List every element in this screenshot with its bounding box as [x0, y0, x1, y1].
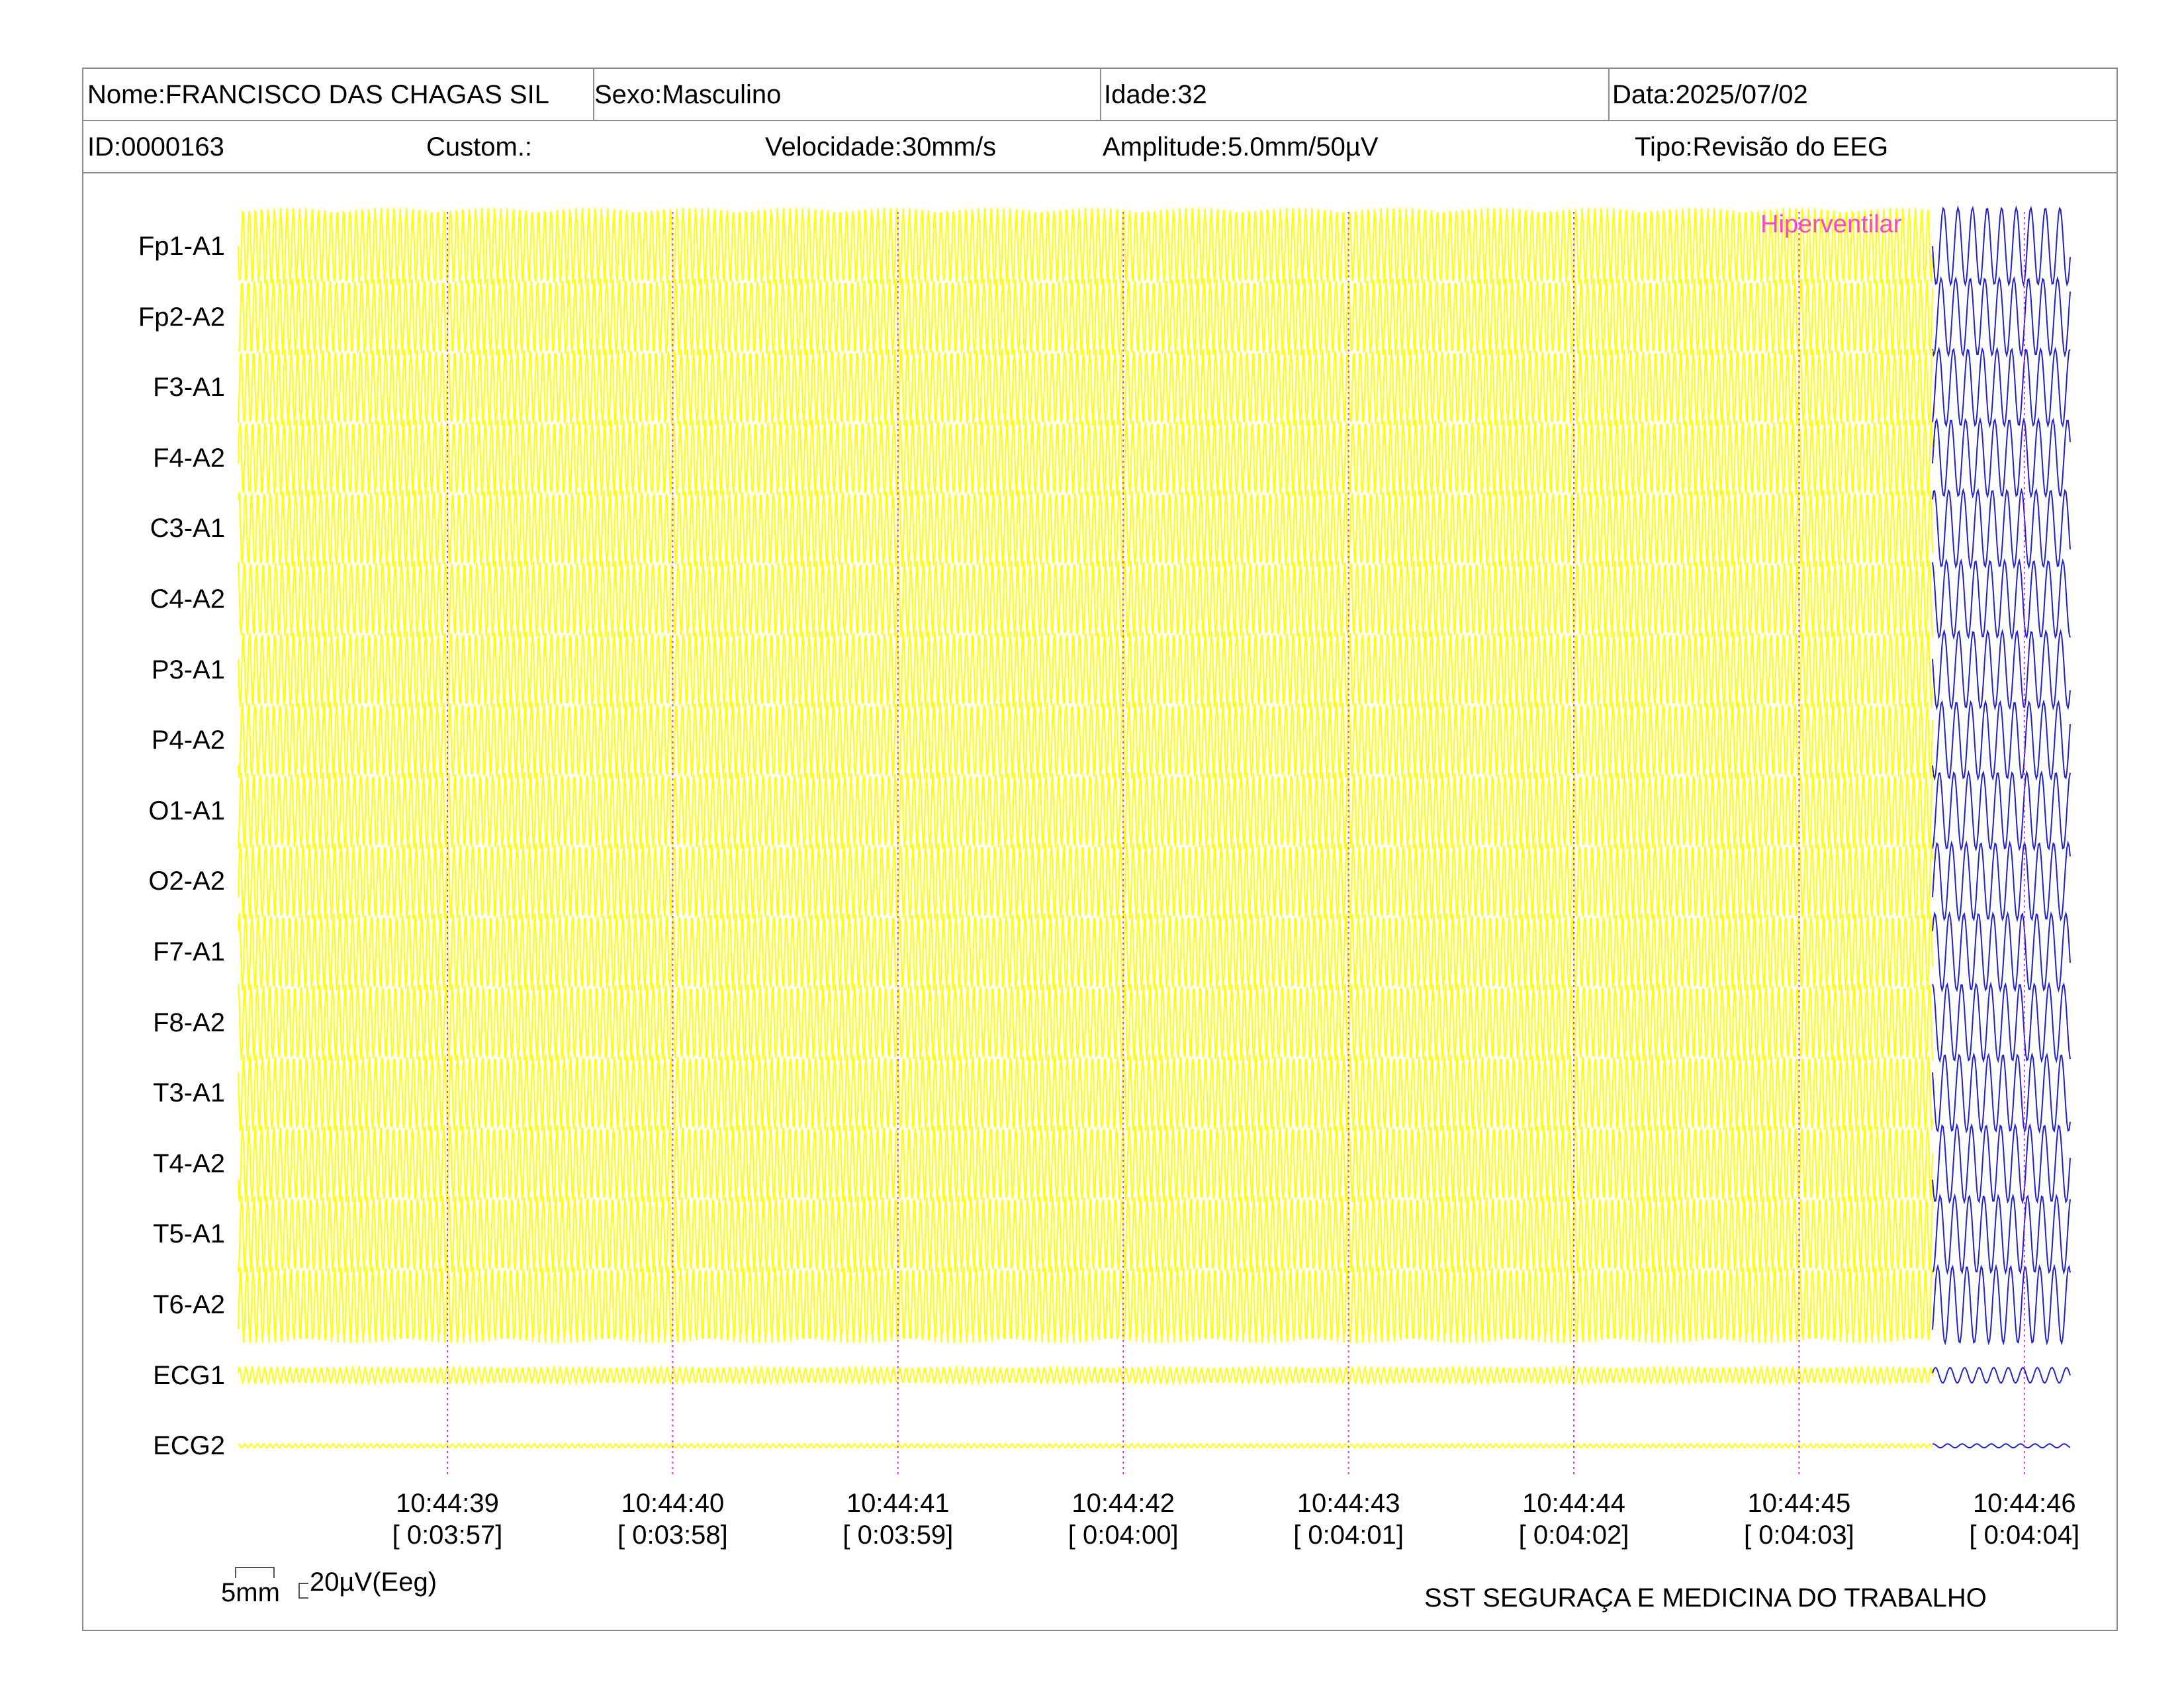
trace-segment-before — [238, 490, 1933, 567]
time-elapsed-label: [ 0:03:58] — [617, 1521, 728, 1550]
trace-segment-after — [1932, 1123, 2071, 1205]
trace-segment-after — [1932, 1264, 2071, 1346]
trace-segment-after — [1932, 1443, 2071, 1449]
scale-uv-label: 20µV(Eeg) — [310, 1568, 437, 1597]
channel-label: ECG1 — [153, 1360, 225, 1390]
trace-segment-after — [1932, 699, 2071, 781]
trace-segment-after — [1932, 840, 2071, 923]
trace-segment-before — [238, 1365, 1933, 1386]
channel-label: P3-A1 — [151, 655, 225, 684]
trace-segment-before — [238, 984, 1933, 1061]
channel-label: F3-A1 — [153, 373, 225, 402]
channel-label: F8-A2 — [153, 1008, 225, 1037]
trace-segment-before — [238, 1055, 1933, 1132]
trace-segment-after — [1932, 769, 2071, 852]
time-elapsed-label: [ 0:04:00] — [1068, 1521, 1179, 1550]
time-clock-label: 10:44:42 — [1071, 1489, 1175, 1518]
eeg-trace-area — [238, 205, 2071, 1477]
channel-label: C3-A1 — [150, 514, 225, 543]
trace-segment-before — [238, 1442, 1933, 1449]
event-marker-label: Hiperventilar — [1760, 211, 1902, 238]
trace-segment-before — [238, 1196, 1933, 1273]
trace-segment-before — [238, 631, 1933, 708]
trace-segment-after — [1932, 1366, 2071, 1384]
channel-label: O1-A1 — [148, 796, 225, 825]
trace-segment-before — [238, 1125, 1933, 1202]
trace-segment-after — [1932, 416, 2071, 499]
channel-label: ECG2 — [153, 1431, 225, 1461]
channel-label: Fp1-A1 — [138, 232, 225, 261]
channel-label: F7-A1 — [153, 937, 225, 966]
trace-segment-after — [1932, 346, 2071, 429]
time-elapsed-label: [ 0:03:59] — [842, 1521, 954, 1550]
channel-label: T3-A1 — [153, 1078, 225, 1108]
time-elapsed-label: [ 0:04:01] — [1293, 1521, 1404, 1550]
channel-label: P4-A2 — [151, 726, 225, 755]
channel-label: T6-A2 — [153, 1290, 225, 1319]
time-elapsed-label: [ 0:03:57] — [392, 1521, 503, 1550]
trace-segment-before — [238, 419, 1933, 496]
channel-label: T5-A1 — [153, 1219, 225, 1249]
time-clock-label: 10:44:40 — [621, 1489, 725, 1518]
time-elapsed-label: [ 0:04:02] — [1518, 1521, 1629, 1550]
trace-segment-before — [238, 1266, 1933, 1344]
trace-segment-before — [238, 349, 1933, 426]
channel-label: C4-A2 — [150, 585, 225, 614]
trace-segment-after — [1932, 1193, 2071, 1276]
time-elapsed-label: [ 0:04:04] — [1969, 1521, 2080, 1550]
time-clock-label: 10:44:46 — [1972, 1489, 2076, 1518]
trace-segment-after — [1932, 276, 2071, 358]
trace-segment-before — [238, 278, 1933, 355]
trace-segment-after — [1932, 981, 2071, 1064]
time-clock-label: 10:44:39 — [396, 1489, 499, 1518]
scale-mm-label: 5mm — [221, 1578, 280, 1607]
trace-segment-before — [238, 207, 1933, 285]
organization-name: SST SEGURAÇA E MEDICINA DO TRABALHO — [1424, 1583, 1987, 1613]
trace-segment-after — [1932, 205, 2071, 287]
time-clock-label: 10:44:43 — [1297, 1489, 1400, 1518]
trace-segment-after — [1932, 1052, 2071, 1134]
trace-segment-before — [238, 560, 1933, 638]
time-clock-label: 10:44:45 — [1747, 1489, 1851, 1518]
channel-label: Fp2-A2 — [138, 302, 225, 332]
trace-segment-before — [238, 772, 1933, 849]
channel-label: O2-A2 — [148, 867, 225, 896]
trace-segment-before — [238, 702, 1933, 779]
trace-segment-after — [1932, 628, 2071, 711]
trace-segment-before — [238, 843, 1933, 920]
channel-label: T4-A2 — [153, 1149, 225, 1178]
trace-segment-after — [1932, 911, 2071, 993]
time-elapsed-label: [ 0:04:03] — [1743, 1521, 1854, 1550]
time-clock-label: 10:44:44 — [1522, 1489, 1625, 1518]
trace-segment-after — [1932, 558, 2071, 640]
trace-segment-after — [1932, 487, 2071, 570]
trace-segment-before — [238, 913, 1933, 991]
time-clock-label: 10:44:41 — [846, 1489, 950, 1518]
channel-label: F4-A2 — [153, 443, 225, 473]
